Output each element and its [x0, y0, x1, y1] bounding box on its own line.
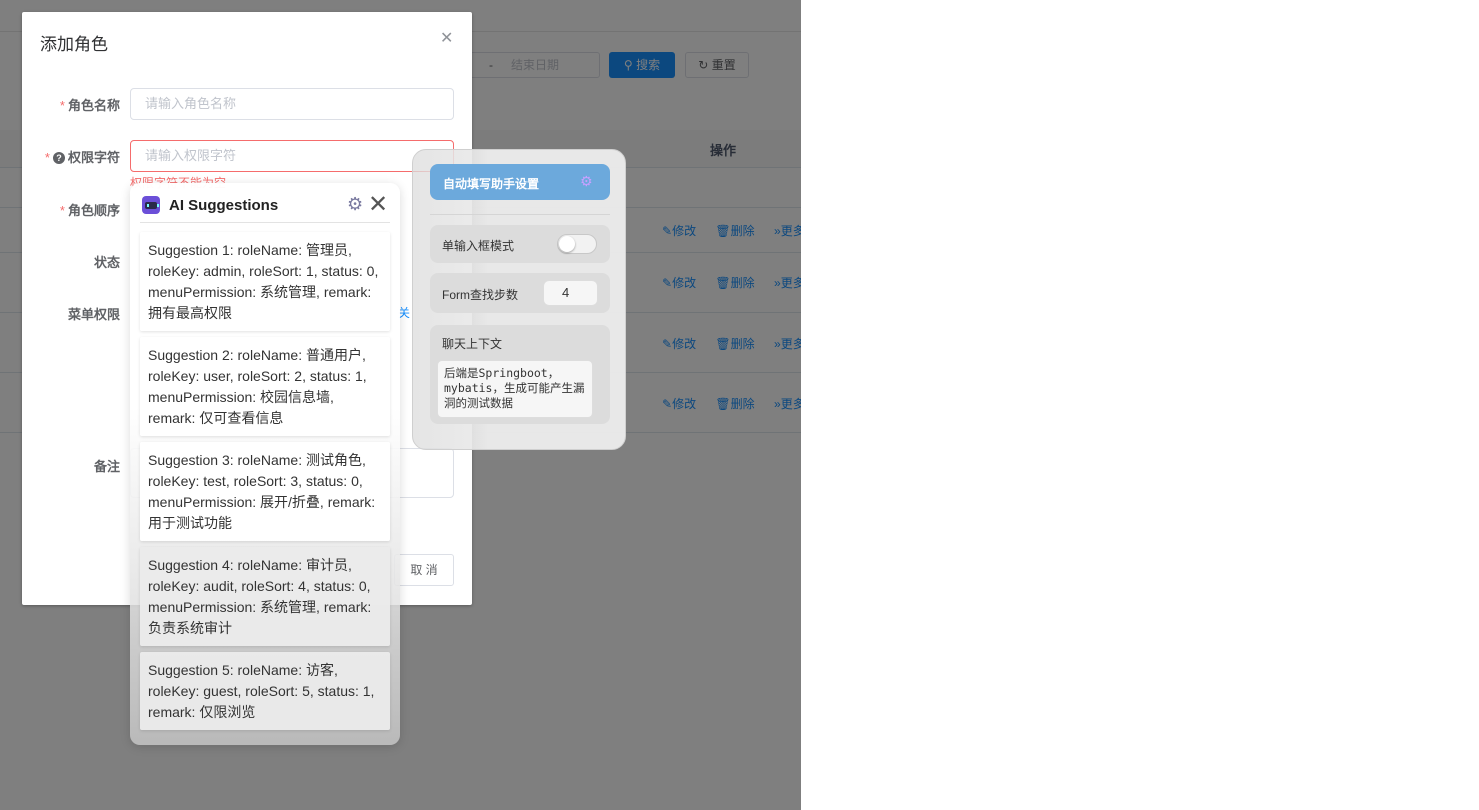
- remark-label: 备注: [93, 459, 120, 474]
- toggle-knob: [559, 236, 575, 252]
- single-input-mode-row: 单输入框模式: [430, 225, 610, 263]
- form-steps-row: Form查找步数 4: [430, 273, 610, 313]
- role-key-input[interactable]: 请输入权限字符: [130, 140, 454, 172]
- robot-icon: [142, 196, 160, 214]
- role-name-label: * 角色名称: [59, 98, 120, 113]
- chat-context-card: 聊天上下文 后端是Springboot，mybatis，生成可能产生漏洞的测试数…: [430, 325, 610, 424]
- suggestion-item[interactable]: Suggestion 2: roleName: 普通用户, roleKey: u…: [140, 337, 390, 436]
- cancel-button[interactable]: 取 消: [394, 554, 454, 586]
- ai-suggestions-panel: AI Suggestions ⚙ ✕ Suggestion 1: roleNam…: [130, 183, 400, 745]
- close-icon[interactable]: ✕: [440, 28, 453, 48]
- ai-panel-title: AI Suggestions: [169, 197, 279, 214]
- question-icon[interactable]: ?: [52, 152, 65, 164]
- dialog-title: 添加角色: [40, 35, 108, 54]
- role-name-input[interactable]: 请输入角色名称: [130, 88, 454, 120]
- settings-title: 自动填写助手设置: [443, 177, 540, 191]
- gear-icon[interactable]: ⚙: [580, 173, 593, 190]
- single-input-mode-label: 单输入框模式: [442, 239, 515, 253]
- gear-icon[interactable]: ⚙: [347, 194, 363, 215]
- form-steps-label: Form查找步数: [442, 288, 518, 302]
- single-input-mode-toggle[interactable]: [557, 234, 597, 254]
- ai-panel-header: AI Suggestions ⚙ ✕: [140, 190, 390, 223]
- chat-context-label: 聊天上下文: [442, 337, 503, 351]
- role-key-label: *? 权限字符: [44, 150, 120, 165]
- autofill-settings-panel: 自动填写助手设置 ⚙ 单输入框模式 Form查找步数 4 聊天上下文 后端是Sp…: [412, 149, 626, 450]
- suggestion-item[interactable]: Suggestion 4: roleName: 审计员, roleKey: au…: [140, 547, 390, 646]
- status-label: 状态: [93, 255, 120, 270]
- suggestion-item[interactable]: Suggestion 5: roleName: 访客, roleKey: gue…: [140, 652, 390, 730]
- divider: [430, 214, 610, 215]
- suggestion-item[interactable]: Suggestion 1: roleName: 管理员, roleKey: ad…: [140, 232, 390, 331]
- close-icon[interactable]: ✕: [368, 190, 388, 219]
- role-sort-label: * 角色顺序: [59, 203, 120, 218]
- suggestion-item[interactable]: Suggestion 3: roleName: 测试角色, roleKey: t…: [140, 442, 390, 541]
- menu-permission-label: 菜单权限: [67, 307, 120, 322]
- form-steps-input[interactable]: 4: [543, 280, 598, 306]
- settings-header: 自动填写助手设置 ⚙: [430, 164, 610, 200]
- chat-context-textarea[interactable]: 后端是Springboot，mybatis，生成可能产生漏洞的测试数据: [437, 360, 593, 418]
